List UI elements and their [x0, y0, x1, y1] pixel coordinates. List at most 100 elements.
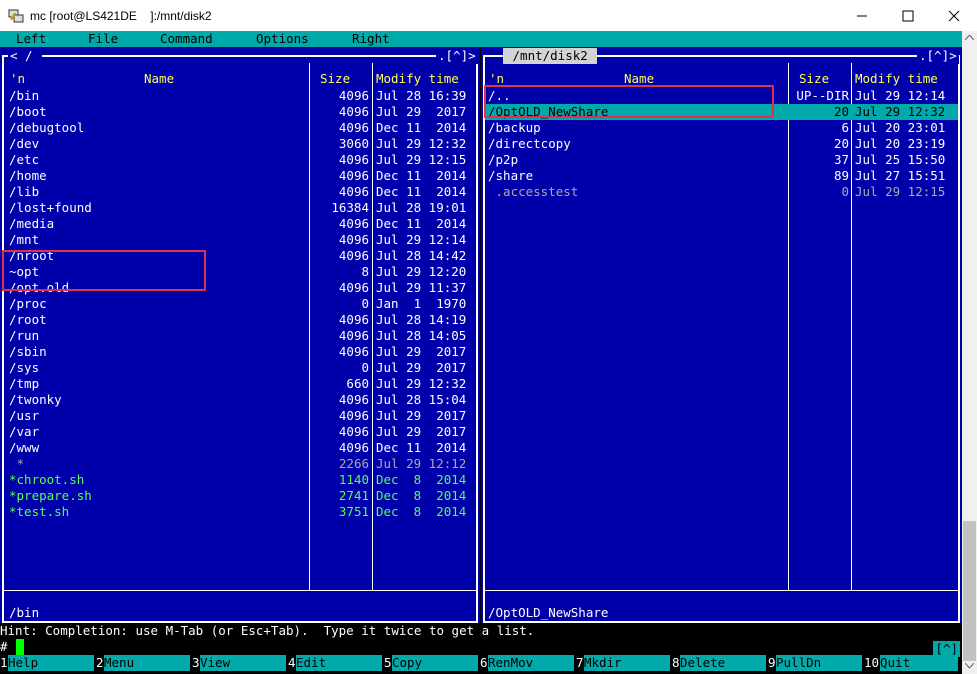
file-row[interactable]: /etc 4096 Jul 29 12:15: [4, 152, 476, 168]
right-header-size[interactable]: Size: [799, 71, 829, 87]
file-size: 4096: [338, 424, 369, 439]
menu-file[interactable]: File: [88, 31, 118, 47]
left-header-modify[interactable]: Modify time: [376, 71, 459, 87]
file-row[interactable]: /twonky 4096 Jul 28 15:04: [4, 392, 476, 408]
file-size: 16384: [331, 200, 369, 215]
menu-options[interactable]: Options: [256, 31, 309, 47]
file-name: /mnt: [9, 232, 40, 247]
file-row[interactable]: *chroot.sh 1140 Dec 8 2014: [4, 472, 476, 488]
maximize-button[interactable]: [885, 0, 931, 31]
function-key-bar: 1 Help 2 Menu 3 View 4 Edit 5 Copy 6 RenMov 7 Mkdir 8 D…: [0, 655, 962, 671]
file-row[interactable]: /backup 6 Jul 20 23:01: [485, 120, 958, 136]
fkey-quit[interactable]: 10 Quit: [864, 655, 960, 671]
file-row[interactable]: /boot 4096 Jul 29 2017: [4, 104, 476, 120]
file-modify-time: Jul 29 12:14: [376, 232, 467, 247]
shell-prompt[interactable]: #: [0, 639, 962, 655]
file-size: 8: [361, 264, 369, 279]
file-size: 4096: [338, 216, 369, 231]
file-size: 20: [833, 104, 849, 119]
left-header-n[interactable]: 'n: [10, 71, 25, 87]
file-row[interactable]: /mnt 4096 Jul 29 12:14: [4, 232, 476, 248]
file-row[interactable]: /media 4096 Dec 11 2014: [4, 216, 476, 232]
file-size: 2741: [338, 488, 369, 503]
fkey-number: 8: [672, 655, 680, 670]
fkey-pulldn[interactable]: 9 PullDn: [768, 655, 864, 671]
file-row[interactable]: /bin 4096 Jul 28 16:39: [4, 88, 476, 104]
file-row[interactable]: /debugtool 4096 Dec 11 2014: [4, 120, 476, 136]
file-row[interactable]: /p2p 37 Jul 25 15:50: [485, 152, 958, 168]
right-panel[interactable]: /mnt/disk2 .[^]> 'n Name Size Modify tim…: [481, 47, 962, 623]
file-row[interactable]: /share 89 Jul 27 15:51: [485, 168, 958, 184]
file-name: /share: [488, 168, 534, 183]
right-panel-status: /OptOLD_NewShare: [488, 605, 609, 620]
file-modify-time: Jul 29 2017: [376, 360, 467, 375]
file-size: 1140: [338, 472, 369, 487]
file-row[interactable]: /var 4096 Jul 29 2017: [4, 424, 476, 440]
file-row[interactable]: /sbin 4096 Jul 29 2017: [4, 344, 476, 360]
fkey-mkdir[interactable]: 7 Mkdir: [576, 655, 672, 671]
file-modify-time: Jul 20 23:01: [855, 120, 946, 135]
hint-line: Hint: Completion: use M-Tab (or Esc+Tab)…: [0, 623, 535, 638]
fkey-delete[interactable]: 8 Delete: [672, 655, 768, 671]
file-row[interactable]: *test.sh 3751 Dec 8 2014: [4, 504, 476, 520]
left-panel-corner[interactable]: .[^]>: [436, 48, 478, 64]
file-size: 4096: [338, 120, 369, 135]
scroll-down-icon[interactable]: [965, 663, 974, 669]
file-row[interactable]: /usr 4096 Jul 29 2017: [4, 408, 476, 424]
left-panel[interactable]: < / .[^]> 'n Name Size Modify time /bin 4…: [0, 47, 480, 623]
menu-right[interactable]: Right: [352, 31, 390, 47]
left-header-size[interactable]: Size: [320, 71, 350, 87]
fkey-menu[interactable]: 2 Menu: [96, 655, 192, 671]
file-modify-time: Jul 29 12:20: [376, 264, 467, 279]
file-row[interactable]: /directcopy 20 Jul 20 23:19: [485, 136, 958, 152]
menu-command[interactable]: Command: [160, 31, 213, 47]
file-row[interactable]: /run 4096 Jul 28 14:05: [4, 328, 476, 344]
menu-left[interactable]: Left: [16, 31, 46, 47]
file-row[interactable]: /lost+found 16384 Jul 28 19:01: [4, 200, 476, 216]
file-size: 4096: [338, 312, 369, 327]
fkey-edit[interactable]: 4 Edit: [288, 655, 384, 671]
file-modify-time: Jul 28 14:42: [376, 248, 467, 263]
close-button[interactable]: [931, 0, 977, 31]
file-size: 4096: [338, 232, 369, 247]
file-row[interactable]: /tmp 660 Jul 29 12:32: [4, 376, 476, 392]
right-panel-corner[interactable]: .[^]>: [917, 48, 959, 64]
file-row[interactable]: * 2266 Jul 29 12:12: [4, 456, 476, 472]
window-titlebar: mc [root@LS421DE ]:/mnt/disk2: [0, 0, 977, 31]
menu-bar: Left File Command Options Right: [0, 31, 962, 47]
fkey-number: 10: [864, 655, 880, 670]
file-size: 2266: [338, 456, 369, 471]
file-size: 89: [833, 168, 849, 183]
file-row[interactable]: /root 4096 Jul 28 14:19: [4, 312, 476, 328]
file-row[interactable]: *prepare.sh 2741 Dec 8 2014: [4, 488, 476, 504]
scrollbar-thumb[interactable]: [963, 521, 976, 661]
file-row[interactable]: /proc 0 Jan 1 1970: [4, 296, 476, 312]
file-row[interactable]: /lib 4096 Dec 11 2014: [4, 184, 476, 200]
file-size: 4096: [338, 392, 369, 407]
file-modify-time: Jul 29 12:14: [855, 88, 946, 103]
file-row[interactable]: /sys 0 Jul 29 2017: [4, 360, 476, 376]
fkey-help[interactable]: 1 Help: [0, 655, 96, 671]
vertical-scrollbar[interactable]: [962, 31, 977, 674]
fkey-label: Menu: [104, 655, 190, 671]
fkey-renmov[interactable]: 6 RenMov: [480, 655, 576, 671]
minimize-button[interactable]: [839, 0, 885, 31]
fkey-view[interactable]: 3 View: [192, 655, 288, 671]
close-icon: [948, 10, 960, 21]
file-row[interactable]: /home 4096 Dec 11 2014: [4, 168, 476, 184]
file-row[interactable]: /www 4096 Dec 11 2014: [4, 440, 476, 456]
left-header-name[interactable]: Name: [144, 71, 174, 87]
maximize-icon: [902, 10, 914, 21]
file-row[interactable]: /dev 3060 Jul 29 12:32: [4, 136, 476, 152]
file-size: 4096: [338, 328, 369, 343]
fkey-copy[interactable]: 5 Copy: [384, 655, 480, 671]
right-header-modify[interactable]: Modify time: [855, 71, 938, 87]
file-modify-time: Jul 29 12:32: [855, 104, 946, 119]
file-name: /tmp: [9, 376, 40, 391]
terminal-area[interactable]: Left File Command Options Right < / .[^]…: [0, 31, 962, 674]
file-row[interactable]: .accesstest 0 Jul 29 12:15: [485, 184, 958, 200]
scroll-up-icon[interactable]: [965, 35, 974, 41]
file-modify-time: Jul 28 19:01: [376, 200, 467, 215]
file-size: 4096: [338, 440, 369, 455]
file-size: 4096: [338, 152, 369, 167]
